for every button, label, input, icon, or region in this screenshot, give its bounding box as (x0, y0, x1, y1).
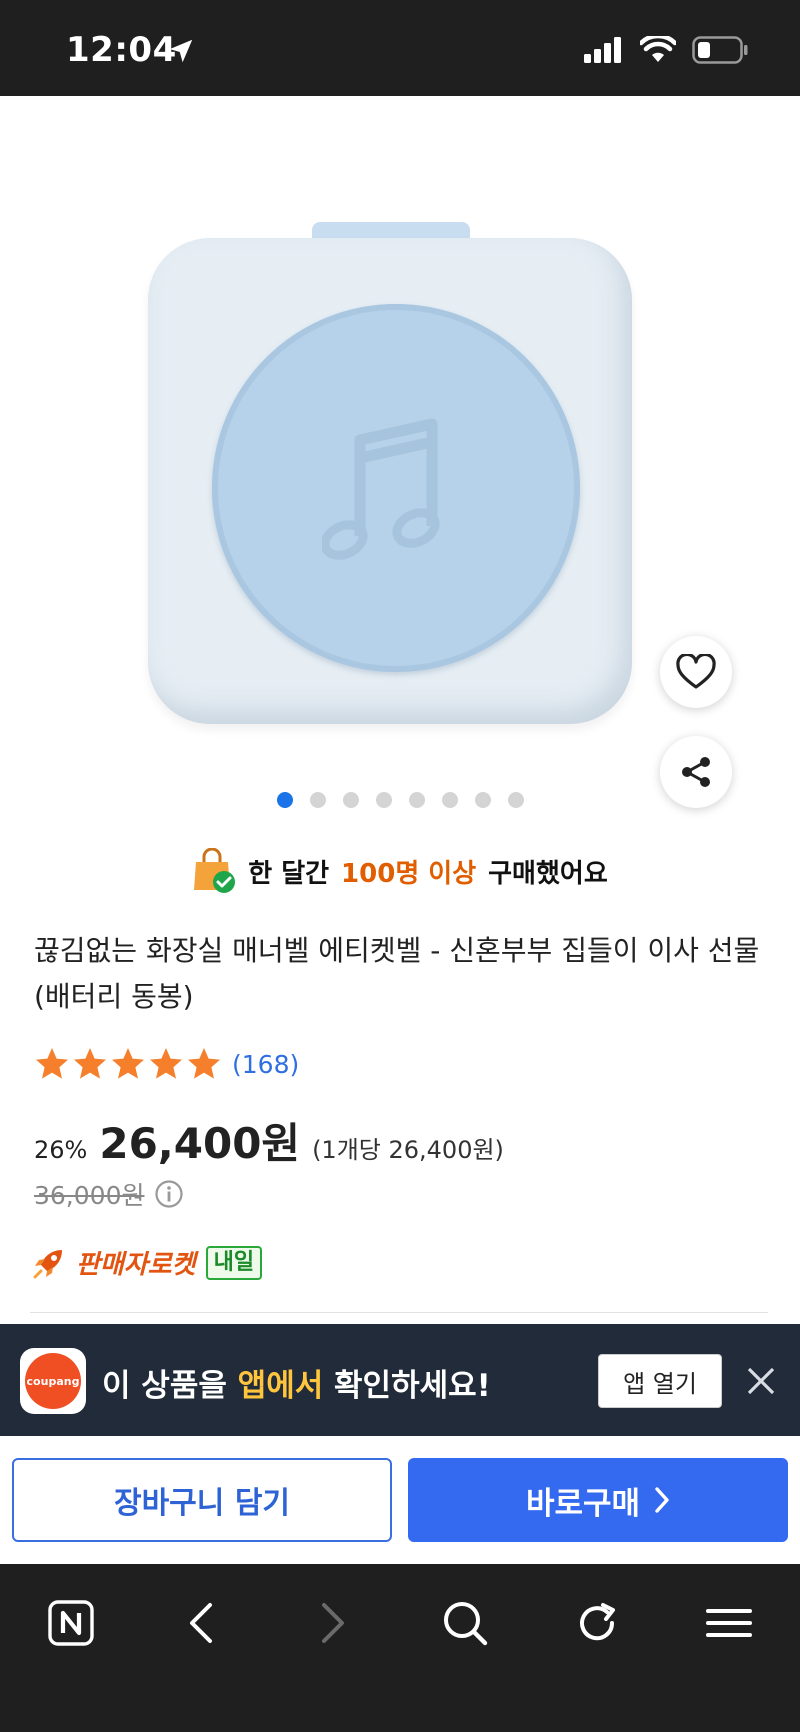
naver-home-button[interactable] (42, 1594, 100, 1652)
purchase-notice: 한 달간 100명 이상 구매했어요 (0, 848, 800, 894)
banner-message: 이 상품을 앱에서 확인하세요! (102, 1360, 491, 1405)
pagination-dot[interactable] (375, 792, 392, 808)
open-app-button[interactable]: 앱 열기 (598, 1354, 722, 1408)
buy-now-label: 바로구매 (525, 1485, 641, 1522)
notice-prefix: 한 달간 (248, 858, 330, 889)
add-to-cart-button[interactable]: 장바구니 담기 (12, 1458, 392, 1542)
coupang-logo: coupang (20, 1348, 86, 1414)
menu-button[interactable] (700, 1594, 758, 1652)
price-row: 26% 26,400원 (1개당 26,400원) (34, 1110, 504, 1171)
star-rating (34, 1046, 222, 1082)
notice-highlight: 100명 이상 (341, 858, 477, 889)
star-icon (188, 1048, 220, 1079)
banner-text-highlight: 앱에서 (237, 1368, 324, 1404)
pagination-dot[interactable] (441, 792, 458, 808)
search-icon (444, 1602, 488, 1646)
arrival-badge: 내일 (205, 1245, 263, 1280)
banner-text-prefix: 이 상품을 (102, 1368, 227, 1404)
rating[interactable]: (168) (34, 1046, 299, 1082)
discount-rate: 26% (34, 1136, 88, 1164)
back-button[interactable] (172, 1594, 230, 1652)
menu-icon (706, 1609, 752, 1637)
product-title: 끊김없는 화장실 매너벨 에티켓벨 - 신혼부부 집들이 이사 선물 (배터리 … (34, 934, 760, 1013)
star-icon (150, 1048, 182, 1079)
wishlist-button[interactable] (660, 636, 732, 708)
image-pagination[interactable] (0, 792, 800, 808)
info-icon[interactable] (154, 1179, 184, 1209)
star-icon (36, 1048, 68, 1079)
pagination-dot[interactable] (342, 792, 359, 808)
pagination-dot[interactable] (474, 792, 491, 808)
banner-text-suffix: 확인하세요! (334, 1368, 491, 1404)
music-note-icon (322, 418, 440, 560)
notice-suffix: 구매했어요 (488, 858, 608, 889)
sale-price: 26,400원 (99, 1119, 301, 1168)
chevron-right-icon (655, 1487, 669, 1513)
original-price: 36,000원 (34, 1181, 145, 1210)
wifi-icon (640, 36, 676, 62)
pagination-dot[interactable] (408, 792, 425, 808)
star-icon (112, 1048, 144, 1079)
refresh-icon (580, 1603, 615, 1641)
browser-toolbar (0, 1564, 800, 1732)
pagination-dot[interactable] (507, 792, 524, 808)
review-count[interactable]: (168) (232, 1050, 299, 1079)
rocket-icon (33, 1249, 62, 1278)
status-time: 12:04 (66, 30, 177, 70)
delivery-info: 판매자로켓 내일 (32, 1244, 263, 1281)
signal-icon (584, 37, 621, 63)
forward-button[interactable] (304, 1594, 362, 1652)
heart-icon (676, 654, 716, 689)
battery-icon (692, 36, 748, 64)
pagination-dot[interactable] (276, 792, 293, 808)
status-indicators (584, 36, 748, 64)
refresh-button[interactable] (568, 1594, 626, 1652)
location-arrow-icon (169, 39, 193, 63)
coupang-logo-text: coupang (25, 1353, 81, 1409)
divider (30, 1312, 768, 1313)
seller-rocket-label: 판매자로켓 (76, 1250, 196, 1280)
naver-icon (48, 1600, 94, 1646)
search-button[interactable] (436, 1594, 494, 1652)
share-icon (682, 757, 710, 787)
pagination-dot[interactable] (309, 792, 326, 808)
status-bar: 12:04 (0, 0, 800, 96)
shopping-bag-check-icon (194, 848, 236, 893)
app-install-banner: coupang 이 상품을 앱에서 확인하세요! 앱 열기 (0, 1324, 800, 1436)
product-image-carousel[interactable] (0, 96, 800, 836)
unit-price: (1개당 26,400원) (312, 1136, 504, 1164)
original-price-row: 36,000원 (34, 1176, 184, 1212)
close-icon[interactable] (746, 1366, 776, 1396)
buy-now-button[interactable]: 바로구매 (408, 1458, 788, 1542)
back-icon (190, 1603, 212, 1643)
star-icon (74, 1048, 106, 1079)
forward-icon (322, 1603, 344, 1643)
